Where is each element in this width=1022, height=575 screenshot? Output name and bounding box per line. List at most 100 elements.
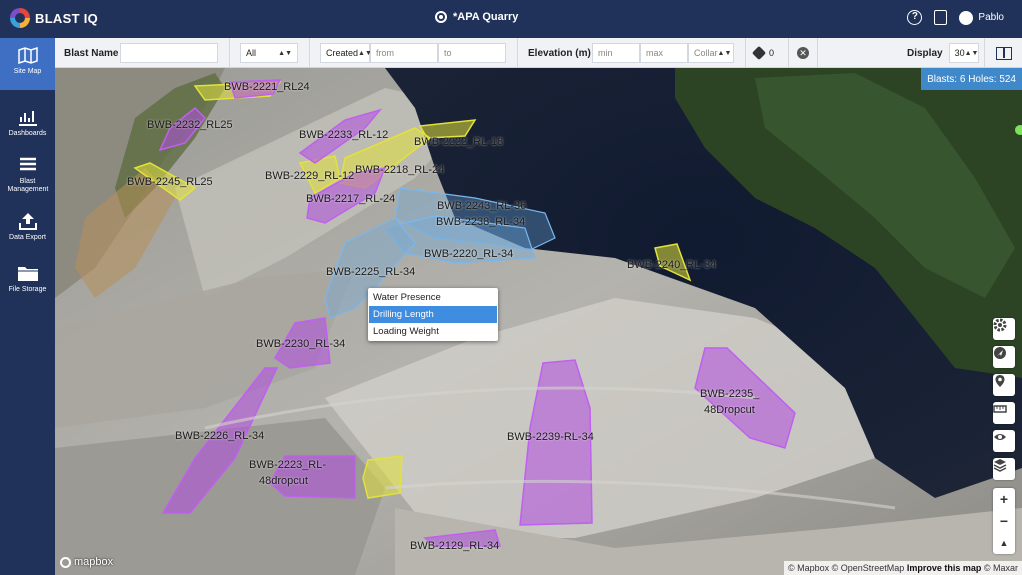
blast-label[interactable]: BWB-2129_RL-34 [410,540,499,552]
panel-toggle[interactable] [996,43,1012,63]
menu-item-loading-weight[interactable]: Loading Weight [369,323,497,340]
help-icon[interactable]: ? [907,10,923,25]
blast-label[interactable]: BWB-2222_RL-18 [414,136,503,148]
blast-label[interactable]: BWB-2223_RL- [249,459,326,471]
blast-label[interactable]: 48Dropcut [704,404,755,416]
elevation-label: Elevation (m) [528,47,591,59]
user-icon [959,10,974,25]
compass-button[interactable]: ▲ [993,532,1015,554]
menu-item-drilling-length[interactable]: Drilling Length [369,306,497,323]
blast-label[interactable]: BWB-2243_RL-36 [437,200,526,212]
zoom-in-button[interactable]: + [993,488,1015,510]
sidebar-item-site-map[interactable]: Site Map [0,38,55,90]
sort-caret-icon: ▲▼ [278,49,292,57]
blast-label[interactable]: BWB-2240_RL-34 [627,259,716,271]
blast-label[interactable]: 48dropcut [259,475,308,487]
elevation-inputs: min max Collar ▲▼ [592,43,734,63]
sidebar-item-blast-management[interactable]: Blast Management [0,148,55,204]
mapbox-logo-icon [60,556,71,568]
clear-filters[interactable]: ✕ [797,43,809,63]
date-from-input[interactable]: from [370,43,438,63]
filter-bar: Blast Name All ▲▼ Created ▲▼ from to Ele… [55,38,1022,68]
elevation-max-input[interactable]: max [640,43,688,63]
display-label: Display [907,47,943,59]
blast-label[interactable]: BWB-2239-RL-34 [507,431,594,443]
blast-iq-app: BLAST IQ *APA Quarry ? Pablo Site Map Da… [0,0,1022,575]
settings-button[interactable] [993,318,1015,340]
top-right-actions: ? Pablo [907,10,1004,25]
panel-toggle-icon [996,46,1012,60]
tag-count: 0 [769,48,775,58]
date-filter: Created ▲▼ from to [320,43,506,63]
divider [745,38,746,68]
divider [788,38,789,68]
blast-name-input[interactable] [120,43,218,63]
satellite-imagery [55,68,1022,575]
date-to-input[interactable]: to [438,43,506,63]
chart-icon [18,111,37,126]
attribution-mapbox-link[interactable]: © Mapbox [788,563,829,573]
tag-filter[interactable]: 0 [751,43,775,63]
sidebar: Site Map Dashboards Blast Management Dat… [0,38,55,575]
attribution-osm-link[interactable]: © OpenStreetMap [832,563,905,573]
display-select[interactable]: 30 ▲▼ [948,43,979,63]
brand[interactable]: BLAST IQ [10,8,98,28]
attribution-maxar-link[interactable]: © Maxar [984,563,1018,573]
blast-label[interactable]: BWB-2232_RL25 [147,119,233,131]
top-bar: BLAST IQ *APA Quarry ? Pablo [0,0,1022,38]
blast-name-input-wrap [120,43,218,63]
blast-label[interactable]: BWB-2218_RL-24 [355,164,444,176]
zoom-out-button[interactable]: − [993,510,1015,532]
blast-label[interactable]: BWB-2233_RL-12 [299,129,388,141]
measure-icon [993,405,1007,413]
tag-icon [751,45,767,61]
sidebar-item-label: Blast Management [7,178,49,193]
site-selector[interactable]: *APA Quarry [435,11,518,23]
location-target-icon [435,11,447,23]
sort-caret-icon: ▲▼ [964,49,979,57]
blast-label[interactable]: BWB-2245_RL25 [127,176,213,188]
improve-map-link[interactable]: Improve this map [907,563,982,573]
sidebar-item-data-export[interactable]: Data Export [0,204,55,256]
status-select-value: All [246,48,257,58]
divider [817,38,818,68]
blast-label[interactable]: BWB-2220_RL-34 [424,248,513,260]
menu-item-water-presence[interactable]: Water Presence [369,289,497,306]
status-select[interactable]: All ▲▼ [240,43,298,63]
settings-icon [993,318,1007,332]
divider [984,38,985,68]
elevation-ref-select[interactable]: Collar ▲▼ [688,43,734,63]
date-type-value: Created [326,48,359,58]
mapbox-logo-text: mapbox [74,556,114,568]
blast-label[interactable]: BWB-2235_ [700,388,759,400]
navigate-icon [994,347,1006,359]
document-icon[interactable] [934,10,948,25]
sidebar-item-label: Data Export [9,234,46,241]
visibility-button[interactable] [993,430,1015,452]
elevation-min-input[interactable]: min [592,43,640,63]
map-attribution: © Mapbox © OpenStreetMap Improve this ma… [783,561,1022,575]
site-map[interactable]: Blasts: 6 Holes: 524 BWB-2221_RL24 BWB-2… [55,68,1022,575]
measure-button[interactable] [993,402,1015,424]
blast-label[interactable]: BWB-2226_RL-34 [175,430,264,442]
divider [309,38,310,68]
blast-label[interactable]: BWB-2229_RL-12 [265,170,354,182]
layers-button[interactable] [993,458,1015,480]
blast-label[interactable]: BWB-2230_RL-34 [256,338,345,350]
sidebar-item-file-storage[interactable]: File Storage [0,256,55,308]
location-pin-button[interactable] [993,374,1015,396]
blast-label[interactable]: BWB-2225_RL-34 [326,266,415,278]
user-menu[interactable]: Pablo [959,10,1004,25]
mapbox-logo[interactable]: mapbox [60,556,113,568]
sidebar-item-dashboards[interactable]: Dashboards [0,100,55,152]
blast-label[interactable]: BWB-2221_RL24 [224,81,310,93]
navigate-button[interactable] [993,346,1015,368]
status-select-wrap: All ▲▼ [240,43,298,63]
blast-label[interactable]: BWB-2238_RL-34 [436,216,525,228]
display-filter: Display 30 ▲▼ [907,43,979,63]
blast-label[interactable]: BWB-2217_RL-24 [306,193,395,205]
clear-icon: ✕ [797,47,809,59]
date-type-select[interactable]: Created ▲▼ [320,43,372,63]
layers-icon [993,459,1007,472]
location-pin-icon [995,375,1005,387]
